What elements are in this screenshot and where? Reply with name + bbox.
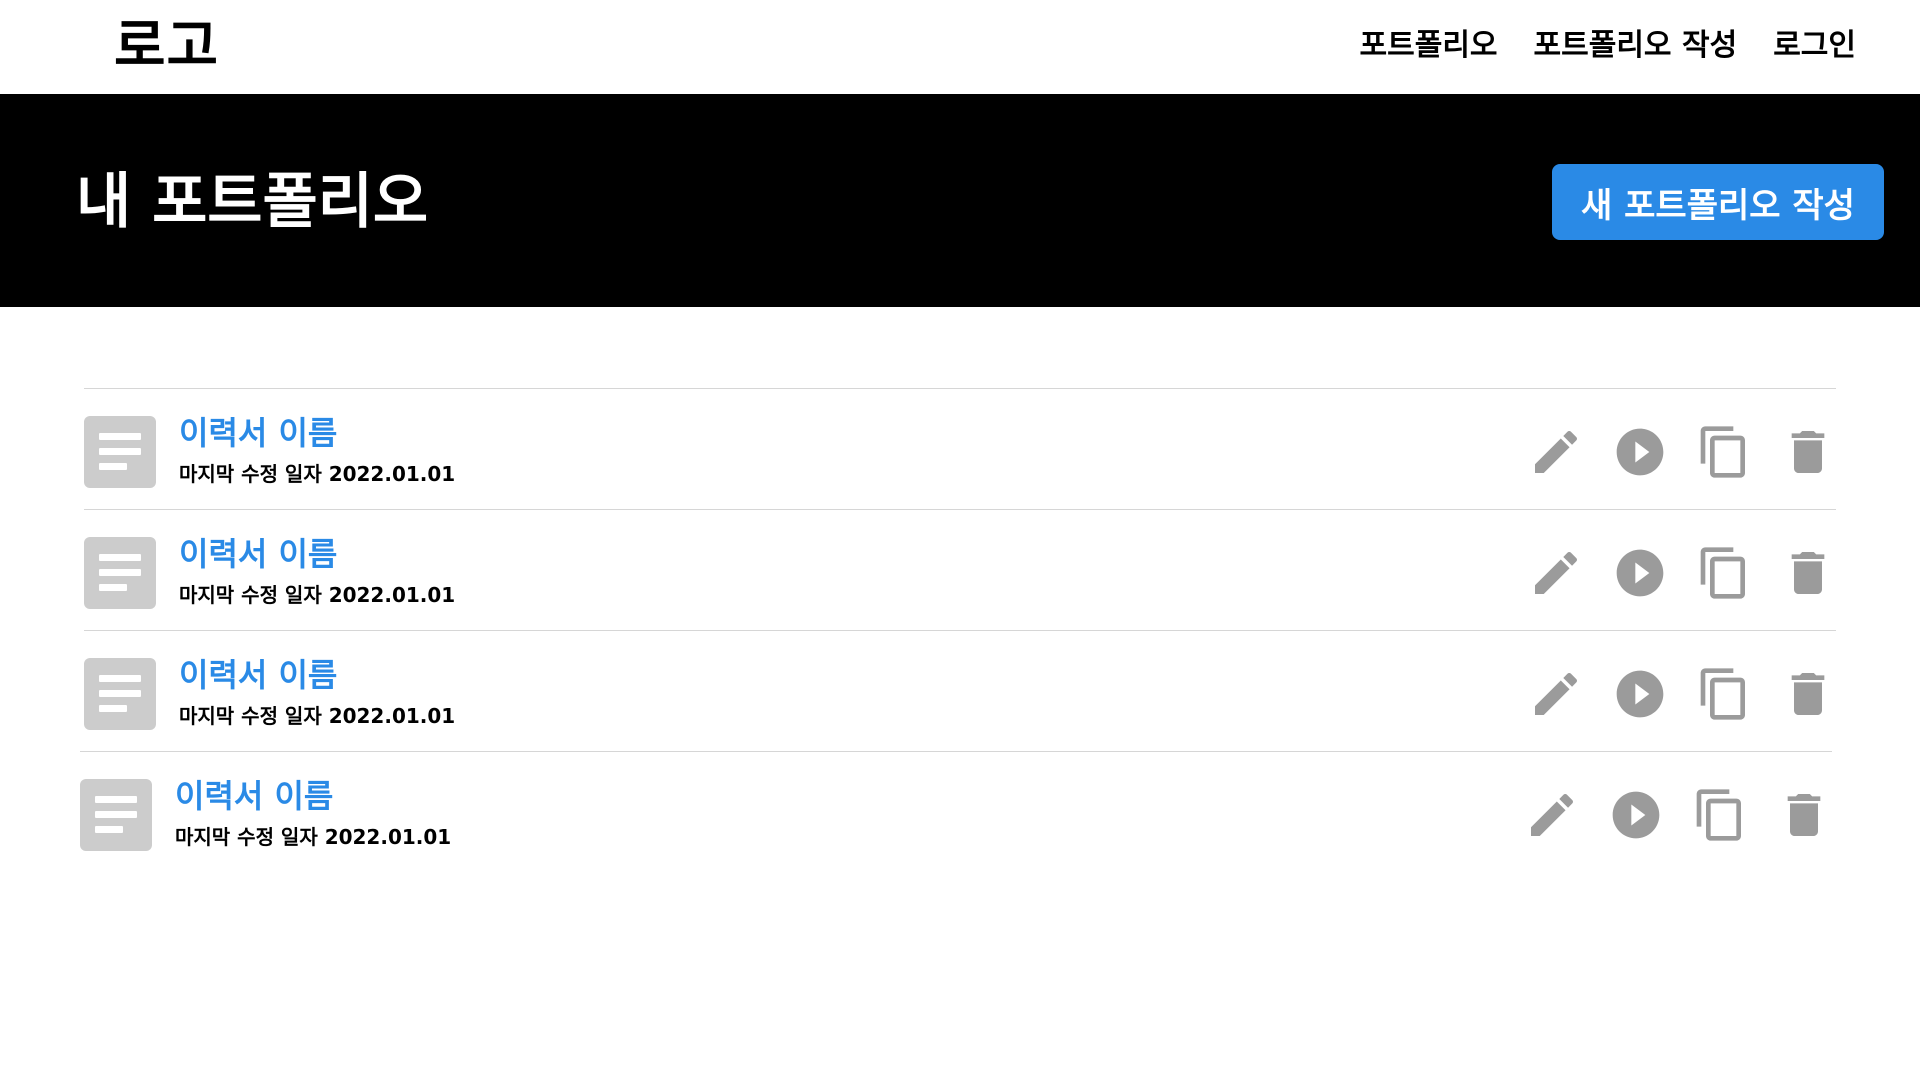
copy-button[interactable] — [1696, 545, 1752, 601]
portfolio-actions — [1528, 545, 1836, 601]
pencil-icon — [1535, 672, 1578, 715]
copy-icon — [1700, 426, 1745, 478]
edit-button[interactable] — [1528, 545, 1584, 601]
portfolio-last-modified: 마지막 수정 일자 2022.01.01 — [179, 462, 456, 486]
page-title: 내 포트폴리오 — [76, 167, 429, 237]
pencil-icon — [1535, 430, 1578, 473]
delete-button[interactable] — [1780, 545, 1836, 601]
document-icon — [84, 658, 156, 730]
preview-button[interactable] — [1612, 666, 1668, 722]
trash-icon — [1791, 673, 1825, 715]
delete-button[interactable] — [1780, 666, 1836, 722]
copy-button[interactable] — [1692, 787, 1748, 843]
portfolio-actions — [1528, 666, 1836, 722]
portfolio-title[interactable]: 이력서 이름 — [179, 534, 337, 574]
portfolio-list-item: 이력서 이름 마지막 수정 일자 2022.01.01 — [84, 630, 1836, 751]
portfolio-title[interactable]: 이력서 이름 — [179, 413, 337, 453]
play-icon — [1612, 791, 1660, 839]
preview-button[interactable] — [1612, 545, 1668, 601]
edit-button[interactable] — [1524, 787, 1580, 843]
top-navigation-bar: 로고 포트폴리오 포트폴리오 작성 로그인 — [0, 0, 1920, 94]
logo[interactable]: 로고 — [114, 12, 219, 82]
nav-link-write-portfolio[interactable]: 포트폴리오 작성 — [1534, 26, 1738, 66]
delete-button[interactable] — [1780, 424, 1836, 480]
play-icon — [1616, 670, 1664, 718]
preview-button[interactable] — [1608, 787, 1664, 843]
portfolio-last-modified: 마지막 수정 일자 2022.01.01 — [179, 704, 456, 728]
trash-icon — [1791, 552, 1825, 594]
document-icon — [84, 537, 156, 609]
new-portfolio-button[interactable]: 새 포트폴리오 작성 — [1552, 164, 1884, 240]
nav-link-login[interactable]: 로그인 — [1773, 26, 1856, 66]
portfolio-last-modified: 마지막 수정 일자 2022.01.01 — [179, 583, 456, 607]
document-icon — [80, 779, 152, 851]
trash-icon — [1791, 431, 1825, 473]
portfolio-last-modified: 마지막 수정 일자 2022.01.01 — [175, 825, 452, 849]
document-icon — [84, 416, 156, 488]
portfolio-title[interactable]: 이력서 이름 — [175, 776, 333, 816]
delete-button[interactable] — [1776, 787, 1832, 843]
copy-button[interactable] — [1696, 666, 1752, 722]
trash-icon — [1787, 794, 1821, 836]
portfolio-list-item: 이력서 이름 마지막 수정 일자 2022.01.01 — [84, 388, 1836, 509]
portfolio-actions — [1528, 424, 1836, 480]
play-icon — [1616, 428, 1664, 476]
main-nav: 포트폴리오 포트폴리오 작성 로그인 — [1360, 26, 1856, 66]
portfolio-list-item: 이력서 이름 마지막 수정 일자 2022.01.01 — [80, 751, 1832, 872]
copy-icon — [1696, 789, 1741, 841]
play-icon — [1616, 549, 1664, 597]
pencil-icon — [1531, 793, 1574, 836]
copy-icon — [1700, 668, 1745, 720]
page-header-banner: 내 포트폴리오 새 포트폴리오 작성 — [0, 94, 1920, 307]
edit-button[interactable] — [1528, 666, 1584, 722]
nav-link-portfolio[interactable]: 포트폴리오 — [1360, 26, 1498, 66]
portfolio-title[interactable]: 이력서 이름 — [179, 655, 337, 695]
preview-button[interactable] — [1612, 424, 1668, 480]
copy-button[interactable] — [1696, 424, 1752, 480]
portfolio-actions — [1524, 787, 1832, 843]
edit-button[interactable] — [1528, 424, 1584, 480]
copy-icon — [1700, 547, 1745, 599]
portfolio-list-item: 이력서 이름 마지막 수정 일자 2022.01.01 — [84, 509, 1836, 630]
pencil-icon — [1535, 551, 1578, 594]
